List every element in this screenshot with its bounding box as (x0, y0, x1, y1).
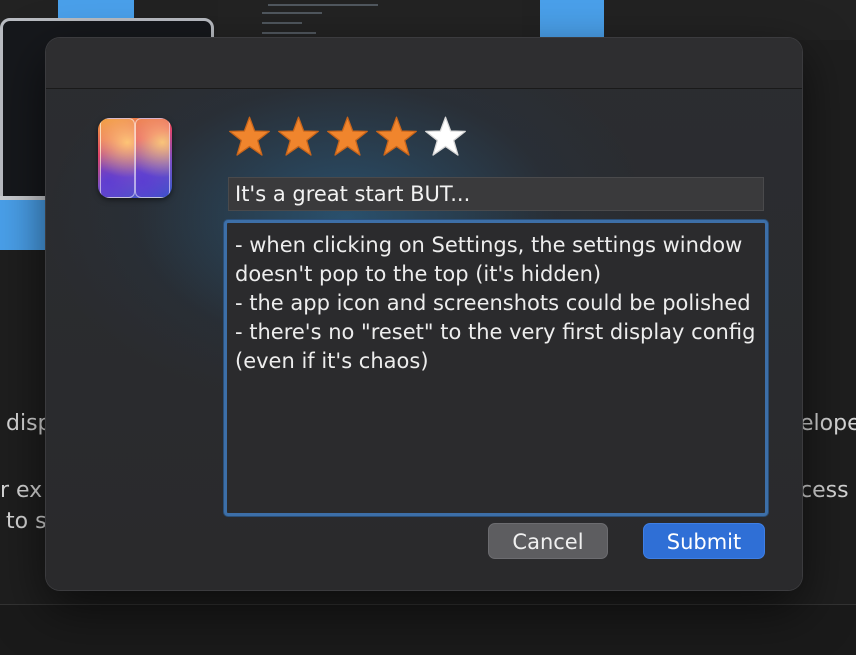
split-screen-app-icon (98, 118, 172, 198)
star-rating[interactable] (228, 114, 467, 160)
background-code-pane (218, 0, 522, 40)
background-blue-block (540, 0, 604, 40)
background-footer (0, 604, 856, 655)
star-filled-icon[interactable] (375, 114, 418, 160)
cancel-button[interactable]: Cancel (488, 523, 608, 559)
submit-button[interactable]: Submit (643, 523, 765, 559)
write-review-dialog: It's a great start BUT... - when clickin… (46, 38, 802, 590)
background-text: r ex (0, 478, 43, 503)
app-icon-right-pane (135, 118, 170, 198)
background-text: cess b (800, 478, 856, 503)
review-body-text: - when clicking on Settings, the setting… (235, 233, 756, 373)
star-filled-icon[interactable] (326, 114, 369, 160)
background-blue-block (58, 0, 134, 18)
background-text: disp (6, 411, 52, 436)
background-text: elope (800, 411, 856, 436)
star-filled-icon[interactable] (277, 114, 320, 160)
background-text: to s (6, 509, 47, 534)
dialog-titlebar (46, 38, 802, 89)
review-title-field[interactable]: It's a great start BUT... (228, 177, 764, 211)
app-icon-left-pane (100, 118, 135, 198)
star-empty-icon[interactable] (424, 114, 467, 160)
review-body-textarea[interactable]: - when clicking on Settings, the setting… (224, 220, 768, 516)
star-filled-icon[interactable] (228, 114, 271, 160)
background-blue-block (0, 200, 46, 250)
